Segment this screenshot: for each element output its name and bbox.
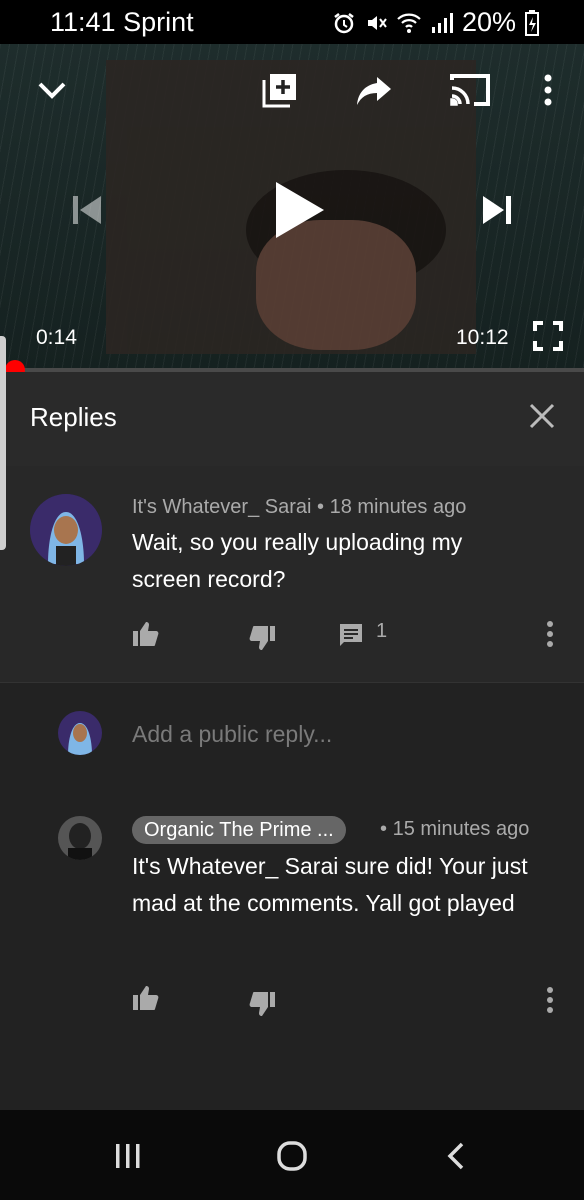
avatar [58,711,102,755]
alarm-icon [334,12,354,33]
add-to-playlist-button[interactable] [258,68,302,112]
more-vert-icon [547,987,553,1013]
close-icon [529,403,555,429]
video-player[interactable]: 0:14 10:12 [0,44,584,370]
cast-button[interactable] [444,68,496,112]
wifi-icon [397,13,421,33]
thumbs-down-icon [249,626,275,650]
fullscreen-icon [533,321,563,351]
skip-next-icon [483,196,511,224]
reply-text: It's Whatever_ Sarai sure did! Your just… [132,853,528,916]
play-button[interactable] [262,174,334,246]
fullscreen-button[interactable] [528,316,568,356]
avatar[interactable] [30,494,102,566]
skip-previous-icon [73,196,101,224]
reply-button[interactable] [338,622,364,653]
cast-icon [450,74,490,106]
avatar[interactable] [58,816,102,860]
dislike-button[interactable] [248,624,276,657]
battery-percent: 20% [461,7,516,37]
system-nav-bar [0,1110,584,1200]
avatar-image [30,494,102,566]
reply-meta: • 15 minutes ago [380,818,529,841]
replies-title: Replies [30,402,117,432]
like-button[interactable] [132,984,160,1017]
minimize-button[interactable] [30,68,74,112]
more-options-button[interactable] [530,68,566,112]
signal-icon [431,12,453,33]
reply-author: Organic The Prime ... [144,819,334,841]
previous-button[interactable] [62,186,112,234]
more-vert-icon [547,621,553,647]
share-button[interactable] [352,68,396,112]
reply-comment: Organic The Prime ... • 15 minutes ago I… [0,786,584,1110]
comment-meta: It's Whatever_ Sarai • 18 minutes ago [132,496,466,519]
replies-panel: Replies It's Whatever_ Sarai • 18 minute… [0,372,584,1110]
comment-more-button[interactable] [546,620,554,653]
recent-apps-button[interactable] [104,1138,152,1174]
meta-separator: • [317,496,325,518]
more-vert-icon [544,74,552,106]
status-carrier: Sprint [123,7,194,37]
playlist-add-icon [262,74,296,108]
mute-icon [367,15,387,30]
meta-separator: • [380,818,388,840]
edge-panel-handle[interactable] [0,336,6,550]
status-time-carrier: 11:41 Sprint [50,7,194,38]
avatar-image [58,711,102,755]
thumbs-up-icon [133,986,159,1010]
recent-apps-icon [116,1144,140,1168]
reply-more-button[interactable] [546,986,554,1019]
thumbs-up-icon [133,622,159,646]
battery-charging-icon [525,9,539,36]
next-button[interactable] [472,186,522,234]
comment-icon [340,624,362,646]
comment-author[interactable]: It's Whatever_ Sarai [132,496,311,518]
replies-header: Replies [0,372,584,466]
reply-time: 15 minutes ago [392,818,530,840]
duration: 10:12 [456,326,509,349]
home-icon [277,1141,307,1171]
parent-comment: It's Whatever_ Sarai • 18 minutes ago Wa… [0,466,584,682]
comment-text: Wait, so you really uploading my screen … [132,529,463,592]
back-button[interactable] [432,1138,480,1174]
close-button[interactable] [528,402,556,430]
comment-time: 18 minutes ago [329,496,467,518]
home-button[interactable] [268,1138,316,1174]
reply-count: 1 [376,620,388,642]
play-icon [276,182,324,238]
status-time: 11:41 [50,7,116,37]
back-icon [447,1142,464,1170]
status-icons: 20% [332,7,540,38]
reply-input-row: Add a public reply... [0,682,584,788]
dislike-button[interactable] [248,990,276,1023]
reply-input[interactable]: Add a public reply... [132,721,332,748]
status-bar: 11:41 Sprint 20% [0,0,584,44]
chevron-down-icon [38,82,66,99]
like-button[interactable] [132,620,160,653]
current-time: 0:14 [36,326,77,349]
reply-author-chip[interactable]: Organic The Prime ... [132,816,346,844]
thumbs-down-icon [249,992,275,1016]
share-icon [357,77,391,105]
avatar-image [58,816,102,860]
